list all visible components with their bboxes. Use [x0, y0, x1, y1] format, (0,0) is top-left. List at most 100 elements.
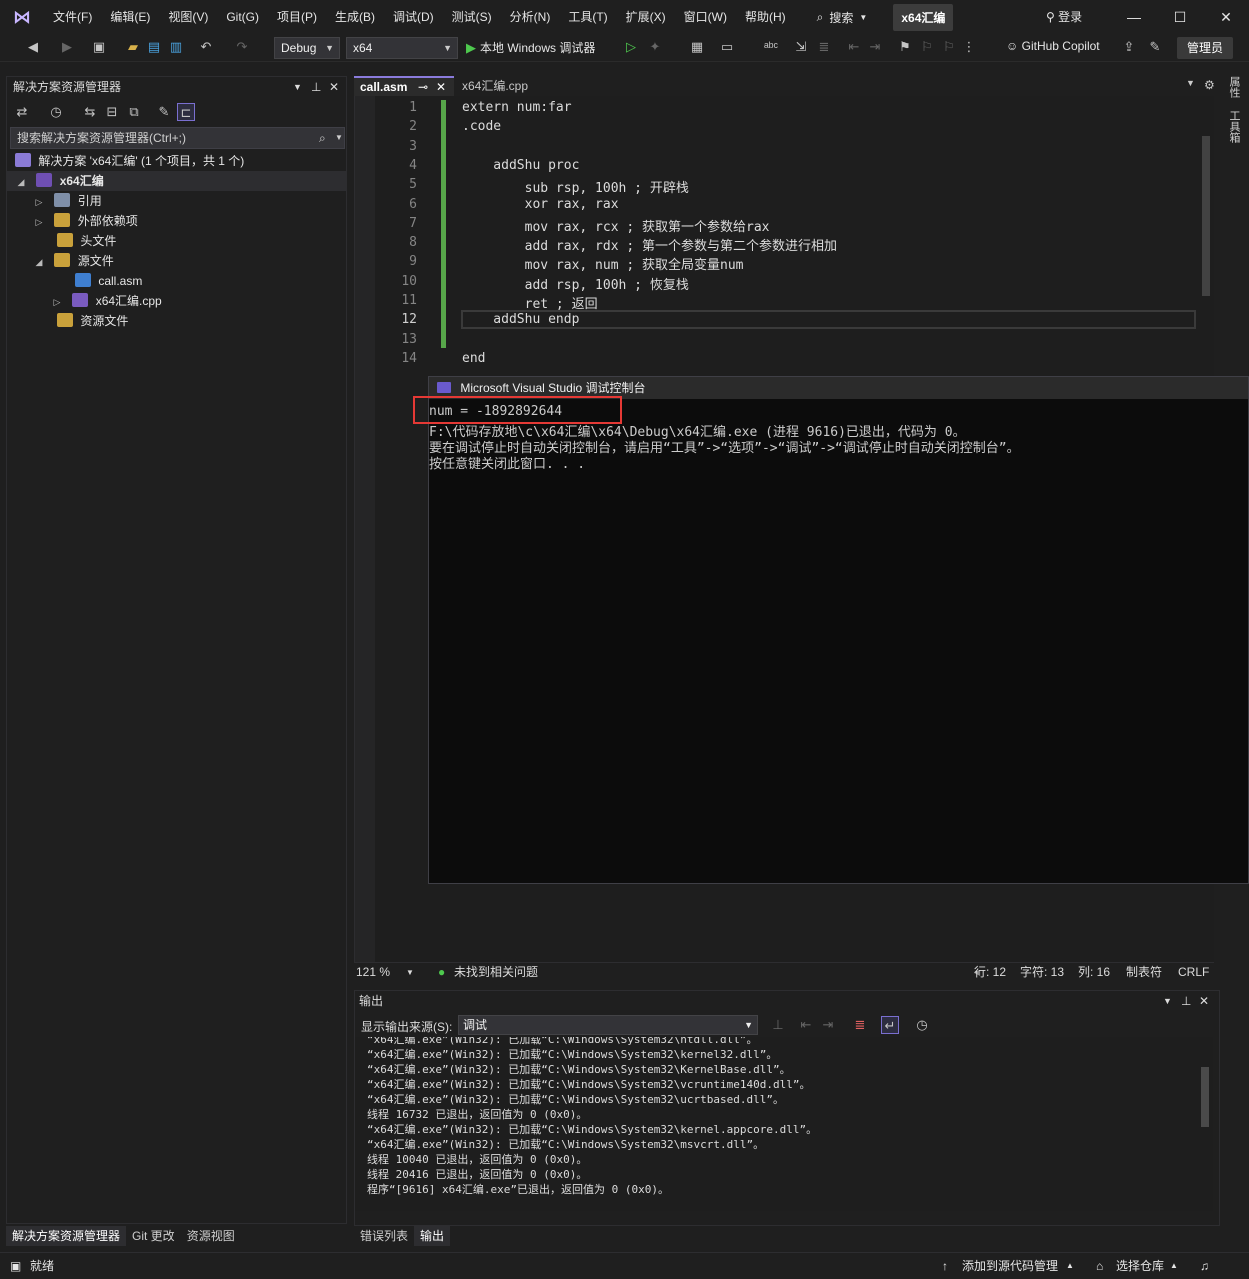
- pin-icon[interactable]: ⊥: [1181, 991, 1191, 1011]
- tree-item-cpp-file[interactable]: ▷ x64汇编.cpp: [7, 291, 346, 311]
- outdent-icon[interactable]: ⇤: [845, 38, 863, 56]
- menu-debug[interactable]: 调试(D): [384, 0, 443, 34]
- collapse-arrow-icon[interactable]: ▷: [33, 212, 45, 232]
- bookmark-icon[interactable]: ⚑: [896, 38, 914, 56]
- collapse-all-icon[interactable]: ⊟: [103, 103, 121, 121]
- code-line[interactable]: add rsp, 100h ; 恢复栈: [462, 274, 689, 293]
- next-message-icon[interactable]: ⇥: [819, 1016, 837, 1034]
- next-bookmark-icon[interactable]: ⚐: [940, 38, 958, 56]
- gear-icon[interactable]: ⚙: [1204, 78, 1215, 92]
- layout-icon[interactable]: ▭: [718, 38, 736, 56]
- comment-icon[interactable]: ≣: [815, 38, 833, 56]
- solution-search-input[interactable]: 搜索解决方案资源管理器(Ctrl+;) ⌕ ▼: [10, 127, 345, 149]
- menu-extensions[interactable]: 扩展(X): [617, 0, 675, 34]
- share-icon[interactable]: ⇪: [1120, 38, 1138, 56]
- admin-badge[interactable]: 管理员: [1177, 37, 1233, 59]
- hot-reload-icon[interactable]: ✦: [646, 38, 664, 56]
- tab-cpp-file[interactable]: x64汇编.cpp: [456, 76, 534, 96]
- scrollbar-thumb[interactable]: [1201, 1067, 1209, 1127]
- menu-build[interactable]: 生成(B): [326, 0, 384, 34]
- chevron-down-icon[interactable]: ▼: [1163, 991, 1172, 1011]
- menu-window[interactable]: 窗口(W): [675, 0, 736, 34]
- menu-file[interactable]: 文件(F): [44, 0, 101, 34]
- tree-item-call-asm[interactable]: call.asm: [7, 271, 346, 291]
- tree-item-sources[interactable]: ◢ 源文件: [7, 251, 346, 271]
- new-project-icon[interactable]: ▣: [90, 38, 108, 56]
- tab-properties[interactable]: 属性: [1226, 76, 1242, 98]
- tree-item-solution[interactable]: 解决方案 'x64汇编' (1 个项目，共 1 个): [7, 151, 346, 171]
- indent-icon[interactable]: ⇥: [866, 38, 884, 56]
- code-line[interactable]: addShu endp: [462, 312, 579, 327]
- line-ending[interactable]: CRLF: [1178, 963, 1209, 982]
- start-without-debugging-icon[interactable]: ▷: [622, 38, 640, 56]
- close-icon[interactable]: ✕: [1199, 991, 1209, 1011]
- add-to-source-control[interactable]: 添加到源代码管理: [962, 1253, 1058, 1279]
- show-all-files-icon[interactable]: ⧉: [125, 103, 143, 121]
- tab-toolbox[interactable]: 工具箱: [1226, 110, 1242, 143]
- code-line[interactable]: ret ; 返回: [462, 293, 598, 312]
- switch-views-icon[interactable]: ⇄: [13, 103, 31, 121]
- code-line[interactable]: sub rsp, 100h ; 开辟栈: [462, 177, 689, 196]
- notification-bell-icon[interactable]: ♫: [1200, 1253, 1209, 1279]
- back-icon[interactable]: ◀: [24, 38, 42, 56]
- tab-error-list[interactable]: 错误列表: [354, 1226, 414, 1246]
- forward-icon[interactable]: ▶: [58, 38, 76, 56]
- tree-item-resources[interactable]: 资源文件: [7, 311, 346, 331]
- platform-select[interactable]: x64 ▼: [346, 37, 458, 59]
- tree-item-headers[interactable]: 头文件: [7, 231, 346, 251]
- code-line[interactable]: xor rax, rax: [462, 197, 619, 212]
- output-text[interactable]: “x64汇编.exe”(Win32): 已加载“C:\Windows\Syste…: [355, 1037, 1197, 1211]
- code-line[interactable]: extern num:far: [462, 100, 572, 115]
- step-icon[interactable]: ⇲: [792, 38, 810, 56]
- overflow-icon[interactable]: ⋮: [960, 38, 978, 56]
- minimize-icon[interactable]: —: [1126, 9, 1142, 25]
- menu-help[interactable]: 帮助(H): [736, 0, 795, 34]
- pending-changes-icon[interactable]: ◷: [47, 103, 65, 121]
- maximize-icon[interactable]: ☐: [1172, 9, 1188, 25]
- collapse-arrow-icon[interactable]: ▷: [51, 292, 63, 312]
- select-repository[interactable]: 选择仓库: [1116, 1253, 1164, 1279]
- open-folder-icon[interactable]: ▰: [124, 38, 142, 56]
- column-number[interactable]: 列: 16: [1078, 963, 1110, 982]
- menu-view[interactable]: 视图(V): [159, 0, 217, 34]
- scrollbar-thumb[interactable]: [1202, 136, 1210, 296]
- close-icon[interactable]: ✕: [1218, 9, 1234, 25]
- word-wrap-icon[interactable]: ↵: [881, 1016, 899, 1034]
- zoom-level[interactable]: 121 %: [356, 963, 390, 982]
- redo-icon[interactable]: ↷: [233, 38, 251, 56]
- menu-edit[interactable]: 编辑(E): [101, 0, 159, 34]
- configuration-select[interactable]: Debug ▼: [274, 37, 340, 59]
- indent-mode[interactable]: 制表符: [1126, 963, 1162, 982]
- tab-git-changes[interactable]: Git 更改: [126, 1226, 181, 1246]
- code-line[interactable]: addShu proc: [462, 158, 579, 173]
- tree-item-references[interactable]: ▷ 引用: [7, 191, 346, 211]
- login-button[interactable]: ⚲ 登录: [1046, 8, 1082, 25]
- pin-icon[interactable]: ⊥: [311, 77, 321, 97]
- chevron-down-icon[interactable]: ▼: [293, 77, 302, 97]
- sync-icon[interactable]: ⇆: [81, 103, 99, 121]
- prev-bookmark-icon[interactable]: ⚐: [918, 38, 936, 56]
- line-number[interactable]: 行: 12: [974, 963, 1006, 982]
- menu-analyze[interactable]: 分析(N): [501, 0, 560, 34]
- tab-call-asm[interactable]: call.asm ⊸ ✕: [354, 76, 454, 96]
- char-number[interactable]: 字符: 13: [1020, 963, 1064, 982]
- undo-icon[interactable]: ↶: [197, 38, 215, 56]
- code-line[interactable]: mov rax, rcx ; 获取第一个参数给rax: [462, 216, 770, 235]
- save-icon[interactable]: ▤: [145, 38, 163, 56]
- clock-icon[interactable]: ◷: [913, 1016, 931, 1034]
- save-all-icon[interactable]: ▥: [167, 38, 185, 56]
- chevron-down-icon[interactable]: ▼: [1186, 78, 1195, 88]
- tree-item-project[interactable]: ◢ x64汇编: [7, 171, 346, 191]
- debug-console-window[interactable]: Microsoft Visual Studio 调试控制台 num = -189…: [428, 376, 1249, 884]
- tab-solution-explorer[interactable]: 解决方案资源管理器: [6, 1226, 127, 1246]
- code-line[interactable]: .code: [462, 119, 501, 134]
- clear-all-icon[interactable]: ≣: [851, 1016, 869, 1034]
- tab-resource-view[interactable]: 资源视图: [181, 1226, 241, 1246]
- menu-tools[interactable]: 工具(T): [559, 0, 616, 34]
- search-button[interactable]: ⌕ 搜索 ▼: [809, 9, 876, 26]
- start-debugging-button[interactable]: ▶ 本地 Windows 调试器: [466, 39, 595, 56]
- chevron-down-icon[interactable]: ▼: [335, 128, 343, 148]
- close-icon[interactable]: ✕: [436, 78, 446, 96]
- tree-item-external-dependencies[interactable]: ▷ 外部依赖项: [7, 211, 346, 231]
- code-line[interactable]: end: [462, 351, 485, 366]
